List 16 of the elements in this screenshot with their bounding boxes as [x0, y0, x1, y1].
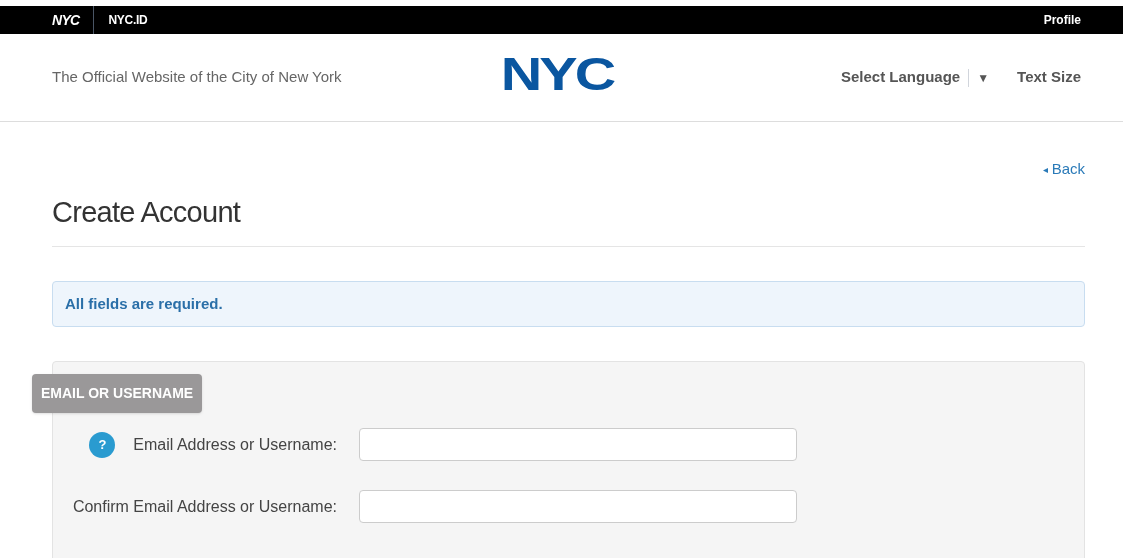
site-name[interactable]: NYC.ID	[108, 11, 148, 29]
field-label: Confirm Email Address or Username:	[72, 496, 337, 517]
notice-text: All fields are required.	[65, 293, 223, 314]
top-logo[interactable]: NYC	[52, 9, 80, 31]
language-select[interactable]: Select Language	[841, 66, 961, 89]
profile-link[interactable]: Profile	[1043, 11, 1081, 29]
back-link[interactable]: ◂ Back	[1042, 158, 1085, 181]
input-field[interactable]	[359, 490, 797, 523]
nyc-logo[interactable]: NYC	[500, 50, 614, 97]
text-size-link[interactable]: Text Size	[1017, 66, 1081, 89]
caret-icon[interactable]: ▼	[977, 68, 990, 87]
field-label: Email Address or Username:	[133, 434, 337, 455]
section-badge: EMAIL OR USERNAME	[32, 374, 203, 413]
page-title: Create Account	[52, 190, 1085, 247]
input-field[interactable]	[359, 428, 797, 461]
site-tagline: The Official Website of the City of New York	[52, 67, 343, 88]
